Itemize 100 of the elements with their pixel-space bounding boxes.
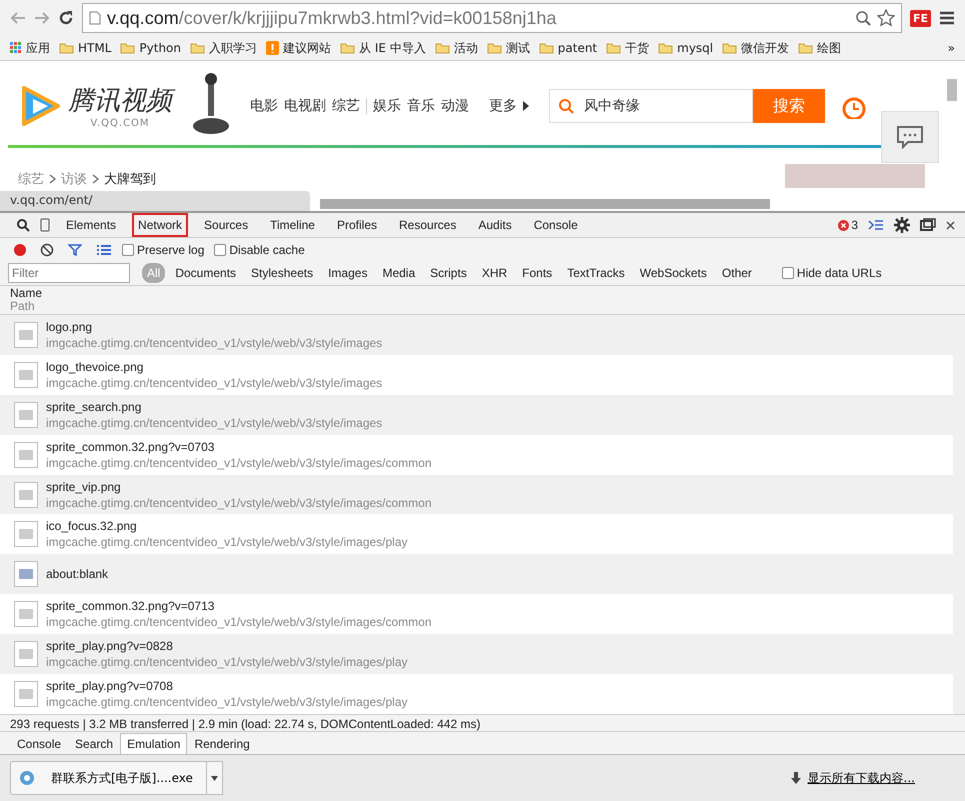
clear-icon[interactable] <box>40 242 54 256</box>
file-path: imgcache.gtimg.cn/tencentvideo_v1/vstyle/web/v3/style/images <box>46 414 382 431</box>
list-scrollbar[interactable] <box>953 315 965 714</box>
folder-icon <box>190 42 206 54</box>
image-file-icon <box>14 482 38 508</box>
type-filter[interactable]: Images <box>323 263 372 283</box>
download-item[interactable]: 群联系方式[电子版]....exe <box>10 761 208 795</box>
column-subheader: Path <box>10 300 36 313</box>
nav-link[interactable]: 综艺 <box>332 97 360 115</box>
devtools-tab[interactable]: Console <box>528 213 584 237</box>
device-icon[interactable] <box>40 218 50 232</box>
devtools-tab[interactable]: Sources <box>198 213 254 237</box>
drawer-tab[interactable]: Emulation <box>120 733 188 754</box>
devtools-tab[interactable]: Profiles <box>330 213 383 237</box>
bookmark-item[interactable]: 建议网站 <box>266 40 332 56</box>
file-name: sprite_common.32.png?v=0703 <box>46 438 216 455</box>
error-x-icon <box>838 220 850 230</box>
download-menu-button[interactable] <box>206 761 223 795</box>
error-count[interactable]: 3 <box>838 218 858 232</box>
more-bookmarks-button[interactable]: » <box>948 41 955 55</box>
preserve-log-checkbox[interactable]: Preserve log <box>122 242 204 256</box>
type-filter[interactable]: Stylesheets <box>246 263 318 283</box>
chat-icon <box>896 125 924 149</box>
more-link[interactable]: 更多 <box>489 97 517 115</box>
type-filter[interactable]: XHR <box>476 263 512 283</box>
nav-link[interactable]: 音乐 <box>407 97 435 115</box>
breadcrumb-link[interactable]: 访谈 <box>61 170 87 188</box>
drawer-tab[interactable]: Rendering <box>187 733 257 754</box>
nav-link[interactable]: 娱乐 <box>373 97 401 115</box>
type-filter[interactable]: Scripts <box>425 263 472 283</box>
breadcrumb-link[interactable]: 大牌驾到 <box>104 170 156 188</box>
devtools-tab[interactable]: Network <box>132 213 188 237</box>
horizontal-scrollbar[interactable] <box>320 199 770 209</box>
drawer-tab[interactable]: Search <box>68 733 120 754</box>
breadcrumb-link[interactable]: 综艺 <box>18 170 44 188</box>
download-arrow-icon <box>790 771 802 785</box>
request-row[interactable]: sprite_play.png?v=0828 imgcache.gtimg.cn/tencentvideo_v1/vstyle/web/v3/style/images/play <box>0 634 953 674</box>
bookmark-item[interactable]: 入职学习 <box>190 40 258 56</box>
close-icon[interactable] <box>946 220 955 230</box>
settings-icon[interactable] <box>894 217 910 233</box>
vertical-scrollbar[interactable] <box>947 79 957 101</box>
devtools-tab[interactable]: Elements <box>60 213 122 237</box>
type-filter[interactable]: TextTracks <box>562 263 630 283</box>
image-file-icon <box>14 442 38 468</box>
file-name: ico_focus.32.png <box>46 518 138 534</box>
bookmark-item[interactable]: patent <box>538 41 598 55</box>
show-all-downloads-link[interactable]: 显示所有下载内容... <box>808 770 915 786</box>
disable-cache-checkbox[interactable]: Disable cache <box>214 242 305 256</box>
request-row[interactable]: about:blank <box>0 554 953 594</box>
console-drawer-icon[interactable] <box>868 219 884 231</box>
request-row[interactable]: sprite_search.png imgcache.gtimg.cn/tencentvideo_v1/vstyle/web/v3/style/images <box>0 394 953 435</box>
nav-link[interactable]: 电影 <box>250 97 278 115</box>
hide-data-urls-checkbox[interactable]: Hide data URLs <box>782 266 882 280</box>
bookmark-item[interactable]: 干货 <box>606 40 650 56</box>
file-path: imgcache.gtimg.cn/tencentvideo_v1/vstyle/web/v3/style/images/play <box>46 654 408 670</box>
type-filter[interactable]: Other <box>716 263 757 283</box>
request-row[interactable]: logo.png imgcache.gtimg.cn/tencentvideo_v1/vstyle/web/v3/style/images <box>0 315 953 355</box>
bookmark-item[interactable]: 应用 <box>10 40 50 56</box>
image-file-icon <box>14 641 38 668</box>
menu-icon[interactable] <box>939 11 955 25</box>
reload-icon[interactable] <box>58 10 74 26</box>
bookmark-item[interactable]: 从 IE 中导入 <box>340 40 426 56</box>
type-filter[interactable]: Documents <box>170 263 242 283</box>
chevron-right-icon <box>92 174 99 184</box>
address-bar[interactable]: v.qq.com/cover/k/krjjjipu7mkrwb3.html?vid=k00158nj1ha <box>82 3 902 33</box>
file-path: imgcache.gtimg.cn/tencentvideo_v1/vstyle/web/v3/style/images <box>46 334 382 351</box>
nav-link[interactable]: 电视剧 <box>284 97 326 115</box>
file-path: imgcache.gtimg.cn/tencentvideo_v1/vstyle/web/v3/style/images/play <box>46 694 408 710</box>
devtools-tab[interactable]: Audits <box>472 213 518 237</box>
star-icon[interactable] <box>876 9 895 27</box>
filter-input[interactable]: Filter <box>8 263 130 283</box>
bookmark-item[interactable]: mysql <box>658 41 714 55</box>
inspect-search-icon[interactable] <box>16 218 30 232</box>
devtools-tab[interactable]: Resources <box>393 213 462 237</box>
file-name: about:blank <box>46 566 108 582</box>
devtools-tab[interactable]: Timeline <box>264 213 321 237</box>
bookmark-item[interactable]: 活动 <box>434 40 478 56</box>
bookmark-item[interactable]: 测试 <box>486 40 530 56</box>
folder-icon <box>798 42 814 54</box>
type-filter[interactable]: WebSockets <box>634 263 712 283</box>
bulb-icon <box>266 41 280 55</box>
request-row[interactable]: sprite_vip.png imgcache.gtimg.cn/tencentvideo_v1/vstyle/web/v3/style/images/common <box>0 474 953 514</box>
filter-icon[interactable] <box>68 242 82 256</box>
type-filter[interactable]: Media <box>377 263 420 283</box>
feedback-button[interactable] <box>881 111 939 163</box>
search-field[interactable]: 风中奇缘 <box>549 89 753 123</box>
nav-link[interactable]: 动漫 <box>441 97 469 115</box>
bookmark-item[interactable]: HTML <box>59 41 112 55</box>
bookmark-item[interactable]: 微信开发 <box>722 40 790 56</box>
bookmark-item[interactable]: 绘图 <box>798 40 842 56</box>
column-header[interactable]: Name <box>10 287 955 300</box>
drawer-tab[interactable]: Console <box>10 733 68 754</box>
zoom-icon[interactable] <box>854 10 871 26</box>
record-button[interactable] <box>14 244 26 256</box>
bookmark-item[interactable]: Python <box>120 41 182 55</box>
folder-icon <box>434 42 450 54</box>
type-filter[interactable]: Fonts <box>517 263 558 283</box>
list-view-icon[interactable] <box>96 244 112 256</box>
dock-icon[interactable] <box>920 218 936 232</box>
extension-badge[interactable]: FE <box>910 10 931 26</box>
